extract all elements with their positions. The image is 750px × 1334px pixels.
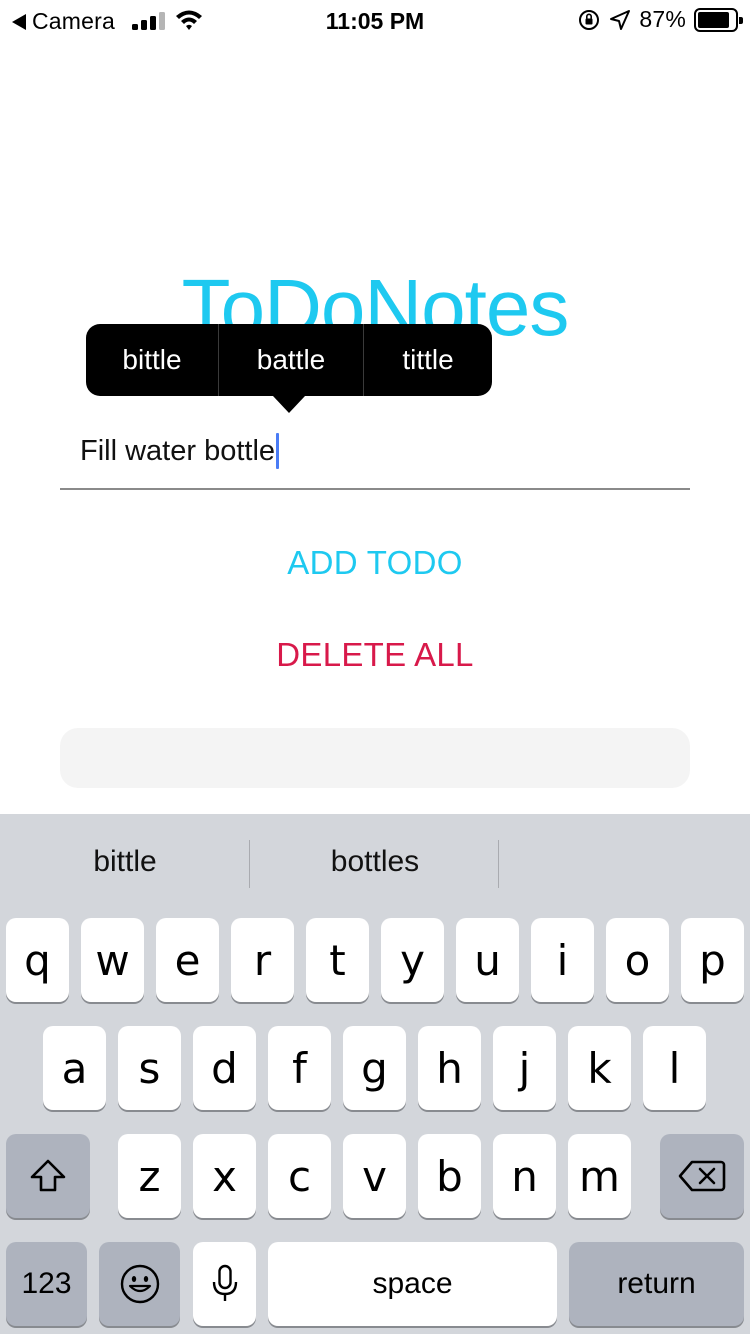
key-o[interactable]: o — [606, 918, 669, 1002]
key-d[interactable]: d — [193, 1026, 256, 1110]
key-u[interactable]: u — [456, 918, 519, 1002]
battery-cap — [739, 16, 743, 24]
key-b[interactable]: b — [418, 1134, 481, 1218]
todo-list — [60, 728, 690, 788]
spell-suggestion-popup: bittle battle tittle — [86, 324, 492, 396]
predictive-bar: bittle bottles — [0, 814, 750, 910]
key-s[interactable]: s — [118, 1026, 181, 1110]
battery-icon — [694, 7, 743, 32]
numbers-key[interactable]: 123 — [6, 1242, 87, 1326]
backspace-key[interactable] — [660, 1134, 744, 1218]
text-caret — [276, 433, 280, 469]
add-todo-button[interactable]: ADD TODO — [0, 544, 750, 582]
battery-percent: 87% — [639, 6, 686, 32]
status-right-group: 87% — [577, 6, 743, 33]
battery-level — [698, 11, 730, 28]
suggestion-battle[interactable]: battle — [219, 324, 364, 396]
status-bar: Camera 11:05 PM 87% — [0, 0, 750, 40]
shift-key[interactable] — [6, 1134, 90, 1218]
todo-input-field[interactable]: Fill water bottle — [60, 420, 690, 490]
prediction-3[interactable] — [500, 814, 750, 910]
key-x[interactable]: x — [193, 1134, 256, 1218]
popup-pointer — [273, 396, 305, 413]
shift-icon — [30, 1159, 66, 1192]
prediction-2[interactable]: bottles — [250, 814, 500, 910]
return-key[interactable]: return — [569, 1242, 744, 1326]
emoji-key[interactable] — [99, 1242, 180, 1326]
key-j[interactable]: j — [493, 1026, 556, 1110]
key-f[interactable]: f — [268, 1026, 331, 1110]
suggestion-tittle[interactable]: tittle — [364, 324, 492, 396]
key-t[interactable]: t — [306, 918, 369, 1002]
key-n[interactable]: n — [493, 1134, 556, 1218]
orientation-lock-icon — [579, 9, 600, 30]
key-e[interactable]: e — [156, 918, 219, 1002]
key-k[interactable]: k — [568, 1026, 631, 1110]
key-p[interactable]: p — [681, 918, 744, 1002]
key-i[interactable]: i — [531, 918, 594, 1002]
key-a[interactable]: a — [43, 1026, 106, 1110]
key-q[interactable]: q — [6, 918, 69, 1002]
key-c[interactable]: c — [268, 1134, 331, 1218]
backspace-icon — [678, 1160, 726, 1192]
key-v[interactable]: v — [343, 1134, 406, 1218]
microphone-icon — [212, 1264, 237, 1301]
location-arrow-icon — [610, 9, 631, 30]
suggestion-bittle[interactable]: bittle — [86, 324, 219, 396]
dictation-key[interactable] — [193, 1242, 256, 1326]
delete-all-button[interactable]: DELETE ALL — [0, 636, 750, 674]
key-r[interactable]: r — [231, 918, 294, 1002]
keyboard: bittle bottles q w e r t y u i o p a s d… — [0, 814, 750, 1334]
todo-input-value[interactable]: Fill water bottle — [80, 435, 275, 468]
key-m[interactable]: m — [568, 1134, 631, 1218]
key-w[interactable]: w — [81, 918, 144, 1002]
key-h[interactable]: h — [418, 1026, 481, 1110]
space-key[interactable]: space — [268, 1242, 557, 1326]
prediction-divider — [498, 840, 499, 888]
emoji-icon — [120, 1264, 159, 1304]
key-g[interactable]: g — [343, 1026, 406, 1110]
todo-input-text-container[interactable]: Fill water bottle — [80, 433, 280, 469]
key-z[interactable]: z — [118, 1134, 181, 1218]
key-y[interactable]: y — [381, 918, 444, 1002]
prediction-1[interactable]: bittle — [0, 814, 250, 910]
key-l[interactable]: l — [643, 1026, 706, 1110]
